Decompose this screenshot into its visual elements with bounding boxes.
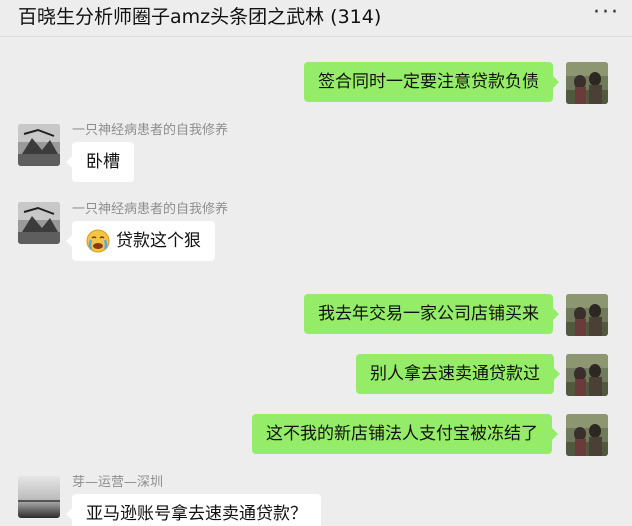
sender-name: 一只神经病患者的自我修养 [72, 123, 229, 138]
message-text: 亚马逊账号拿去速卖通贷款？ [86, 504, 307, 524]
message-text: 签合同时一定要注意贷款负债 [318, 72, 539, 92]
self-avatar[interactable] [566, 354, 608, 396]
message-text: 我去年交易一家公司店铺买来 [318, 304, 539, 324]
contact-avatar[interactable] [18, 476, 60, 518]
message-text: 这不我的新店铺法人支付宝被冻结了 [266, 424, 538, 444]
message-text: 贷款这个狠 [116, 231, 201, 251]
message-bubble-outgoing[interactable]: 我去年交易一家公司店铺买来 [304, 294, 559, 334]
sender-name: 一只神经病患者的自我修养 [72, 202, 229, 217]
self-avatar[interactable] [566, 414, 608, 456]
self-avatar[interactable] [566, 294, 608, 336]
chat-window: 百晓生分析师圈子amz头条团之武林 (314) ··· 签合同时一定要注意贷款负… [0, 0, 632, 526]
message-bubble-outgoing[interactable]: 别人拿去速卖通贷款过 [356, 354, 560, 394]
message-text: 卧槽 [86, 152, 120, 172]
contact-avatar[interactable] [18, 124, 60, 166]
chat-header: 百晓生分析师圈子amz头条团之武林 (314) ··· [0, 0, 632, 37]
message-bubble-outgoing[interactable]: 签合同时一定要注意贷款负债 [304, 62, 559, 102]
message-text: 别人拿去速卖通贷款过 [370, 364, 540, 384]
sender-name: 芽—运营—深圳 [72, 475, 164, 490]
message-bubble-outgoing[interactable]: 这不我的新店铺法人支付宝被冻结了 [252, 414, 558, 454]
message-bubble-incoming[interactable]: 亚马逊账号拿去速卖通贷款？ [66, 494, 321, 526]
self-avatar[interactable] [566, 62, 608, 104]
more-dots-icon[interactable]: ··· [593, 2, 620, 24]
message-bubble-incoming[interactable]: 卧槽 [66, 142, 134, 182]
crying-face-icon [86, 228, 110, 252]
message-bubble-incoming[interactable]: 贷款这个狠 [66, 221, 215, 261]
chat-title: 百晓生分析师圈子amz头条团之武林 (314) [18, 6, 382, 28]
contact-avatar[interactable] [18, 202, 60, 244]
